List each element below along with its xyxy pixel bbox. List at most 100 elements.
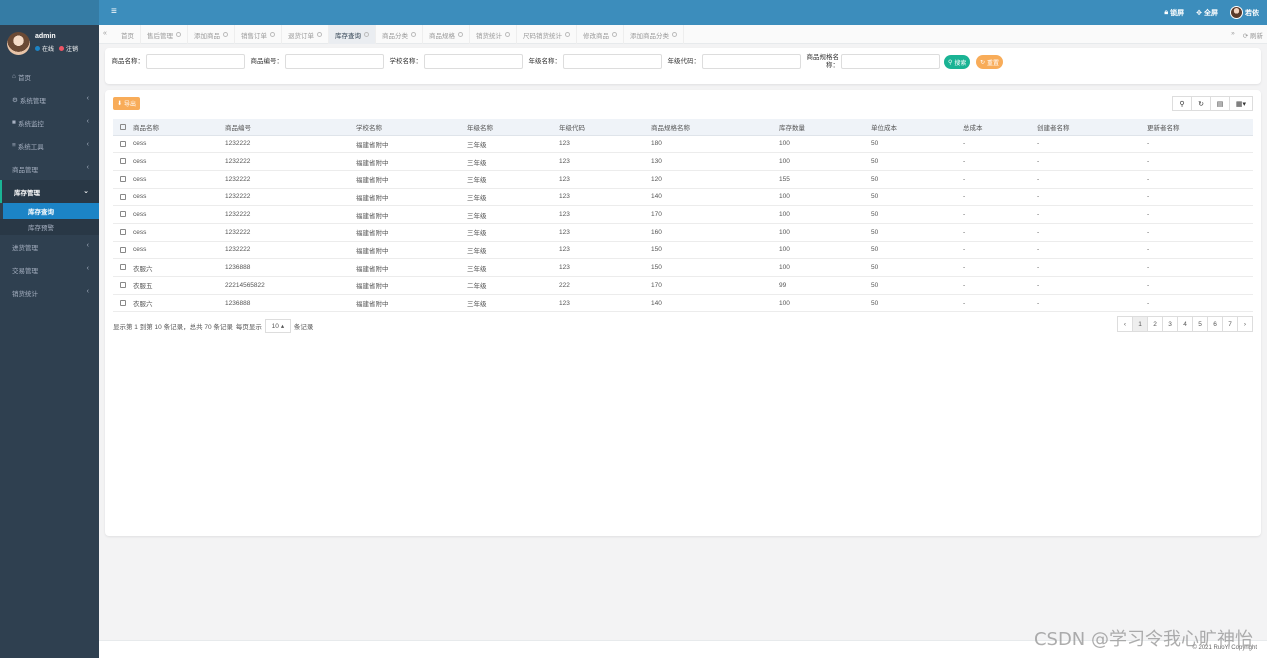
fullscreen-button[interactable]: ✥ 全屏	[1196, 8, 1218, 18]
close-icon[interactable]	[612, 32, 617, 37]
page-number-button[interactable]: 7	[1222, 316, 1238, 332]
close-icon[interactable]	[176, 32, 181, 37]
product-code-input[interactable]	[285, 54, 384, 69]
close-icon[interactable]	[672, 32, 677, 37]
close-icon[interactable]	[364, 32, 369, 37]
refresh-button[interactable]: ⟳ 刷新	[1243, 30, 1263, 40]
page-next-button[interactable]: ›	[1237, 316, 1253, 332]
product-name-input[interactable]	[146, 54, 245, 69]
column-header[interactable]: 单位成本	[871, 119, 963, 136]
column-header[interactable]: 更新者名称	[1147, 119, 1253, 136]
tab[interactable]: 尺码销货统计	[517, 25, 577, 44]
tab-scroll-right-icon[interactable]: »	[1231, 30, 1235, 40]
column-header[interactable]: 商品规格名称	[651, 119, 779, 136]
column-header[interactable]: 商品编号	[225, 119, 356, 136]
table-row[interactable]: 衣服五 22214565822 福建省附中 二年级 222 170 99 50- - -	[113, 276, 1253, 295]
close-icon[interactable]	[411, 32, 416, 37]
table-row[interactable]: cess 1232222 福建省附中 三年级 123 170 100 50- - -	[113, 205, 1253, 224]
tab[interactable]: 商品分类	[376, 25, 423, 44]
lock-screen-button[interactable]: 🔒︎ 锁屏	[1164, 8, 1184, 18]
tab[interactable]: 退货订单	[282, 25, 329, 44]
tab[interactable]: 库存查询	[329, 25, 376, 44]
sidebar-item[interactable]: 商品管理 ‹	[0, 157, 99, 180]
row-checkbox[interactable]	[120, 211, 126, 218]
close-icon[interactable]	[458, 32, 463, 37]
tab[interactable]: 商品规格	[423, 25, 470, 44]
table-row[interactable]: cess 1232222 福建省附中 三年级 123 150 100 50- - -	[113, 241, 1253, 260]
tab[interactable]: 修改商品	[577, 25, 624, 44]
tab[interactable]: 首页	[115, 25, 141, 44]
sidebar-item[interactable]: 库存管理 ⌄	[0, 180, 99, 203]
sidebar-item[interactable]: ⌂ 首页	[0, 65, 99, 88]
table-row[interactable]: cess 1232222 福建省附中 三年级 123 140 100 50- - -	[113, 188, 1253, 207]
table-row[interactable]: 衣服六 1236888 福建省附中 三年级 123 150 100 50- - -	[113, 258, 1253, 277]
sidebar-item[interactable]: 进货管理 ‹	[0, 235, 99, 258]
close-icon[interactable]	[565, 32, 570, 37]
table-row[interactable]: cess 1232222 福建省附中 三年级 123 120 155 50- - -	[113, 170, 1253, 189]
row-checkbox[interactable]	[120, 299, 126, 306]
school-name-input[interactable]	[424, 54, 523, 69]
table-cell: 三年级	[467, 223, 559, 242]
sidebar-subitem[interactable]: 库存预警	[0, 219, 99, 235]
tab[interactable]: 添加商品分类	[624, 25, 684, 44]
export-button[interactable]: ⬇ 导出	[113, 97, 141, 110]
toggle-view-button[interactable]: ▤	[1210, 96, 1230, 111]
table-row[interactable]: cess 1232222 福建省附中 三年级 123 180 100 50- - -	[113, 135, 1253, 154]
sidebar-item[interactable]: 销货统计 ‹	[0, 281, 99, 304]
page-prev-button[interactable]: ‹	[1117, 316, 1133, 332]
row-checkbox[interactable]	[120, 282, 126, 289]
page-number-button[interactable]: 4	[1177, 316, 1193, 332]
sidebar-item[interactable]: ■ 系统监控 ‹	[0, 111, 99, 134]
close-icon[interactable]	[505, 32, 510, 37]
column-header[interactable]: 商品名称	[133, 119, 225, 136]
sidebar-item[interactable]: 交易管理 ‹	[0, 258, 99, 281]
sidebar-item[interactable]: ≡ 系统工具 ‹	[0, 134, 99, 157]
tab[interactable]: 售后管理	[141, 25, 188, 44]
select-all-checkbox[interactable]	[120, 123, 126, 130]
close-icon[interactable]	[317, 32, 322, 37]
tab[interactable]: 销货统计	[470, 25, 517, 44]
row-select-cell	[113, 152, 133, 171]
page-number-button[interactable]: 1	[1132, 316, 1148, 332]
search-button[interactable]: ⚲ 搜索	[944, 55, 971, 69]
tab[interactable]: 销售订单	[235, 25, 282, 44]
close-icon[interactable]	[270, 32, 275, 37]
row-checkbox[interactable]	[120, 264, 126, 271]
column-header[interactable]: 库存数量	[779, 119, 871, 136]
column-header[interactable]: 年级名称	[467, 119, 559, 136]
column-header[interactable]: 总成本	[963, 119, 1037, 136]
row-checkbox[interactable]	[120, 193, 126, 200]
reset-button[interactable]: ↻ 重置	[976, 55, 1004, 69]
refresh-table-button[interactable]: ↻	[1191, 96, 1211, 111]
table-row[interactable]: cess 1232222 福建省附中 三年级 123 130 100 50- - -	[113, 152, 1253, 171]
sidebar-item[interactable]: ⚙ 系统管理 ‹	[0, 88, 99, 111]
tab[interactable]: 添加商品	[188, 25, 235, 44]
row-checkbox[interactable]	[120, 176, 126, 182]
column-header[interactable]: 创建者名称	[1037, 119, 1147, 136]
page-number-button[interactable]: 2	[1147, 316, 1163, 332]
page-size-select[interactable]: 10 ▴	[264, 319, 291, 333]
tab-scroll-left-icon[interactable]: «	[103, 30, 107, 37]
row-checkbox[interactable]	[120, 229, 126, 236]
row-checkbox[interactable]	[120, 246, 126, 253]
grade-name-input[interactable]	[563, 54, 662, 69]
toggle-search-button[interactable]: ⚲	[1172, 96, 1192, 111]
grade-code-input[interactable]	[702, 54, 801, 69]
column-header[interactable]: 年级代码	[559, 119, 651, 136]
row-checkbox[interactable]	[120, 158, 126, 165]
table-row[interactable]: cess 1232222 福建省附中 三年级 123 160 100 50- - -	[113, 223, 1253, 242]
table-cell: cess	[133, 223, 225, 242]
row-checkbox[interactable]	[120, 140, 126, 147]
hamburger-icon[interactable]: ≡	[111, 7, 117, 17]
page-number-button[interactable]: 5	[1192, 316, 1208, 332]
logout-link[interactable]: 注销	[66, 44, 78, 53]
user-menu[interactable]: 若依	[1230, 6, 1259, 19]
table-row[interactable]: 衣服六 1236888 福建省附中 三年级 123 140 100 50- - -	[113, 294, 1253, 313]
columns-button[interactable]: ▦▾	[1229, 96, 1253, 111]
page-number-button[interactable]: 6	[1207, 316, 1223, 332]
column-header[interactable]: 学校名称	[356, 119, 467, 136]
close-icon[interactable]	[223, 32, 228, 37]
page-number-button[interactable]: 3	[1162, 316, 1178, 332]
spec-name-input[interactable]	[841, 54, 940, 69]
sidebar-subitem[interactable]: 库存查询	[3, 203, 99, 219]
